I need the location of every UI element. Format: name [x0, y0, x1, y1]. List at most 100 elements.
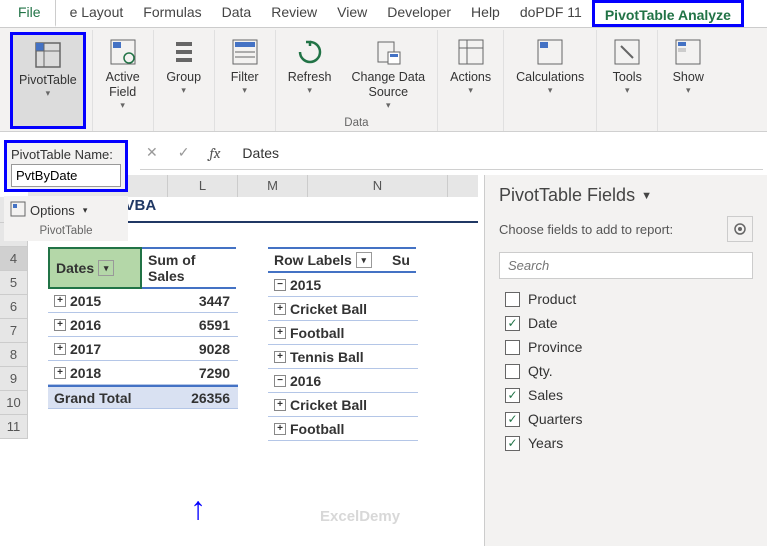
table-row[interactable]: +Football [268, 321, 418, 345]
expand-icon[interactable]: + [274, 327, 286, 339]
field-item[interactable]: Province [499, 335, 753, 359]
checkbox[interactable] [505, 364, 520, 379]
row-header[interactable]: 11 [0, 415, 28, 439]
expand-icon[interactable]: − [274, 279, 286, 291]
tab-developer[interactable]: Developer [377, 0, 461, 27]
checkbox[interactable] [505, 388, 520, 403]
row-header[interactable]: 5 [0, 271, 28, 295]
pivottable-name-input[interactable] [11, 164, 121, 187]
expand-icon[interactable]: + [274, 399, 286, 411]
tab-review[interactable]: Review [261, 0, 327, 27]
checkbox[interactable] [505, 412, 520, 427]
table-row[interactable]: +20187290 [48, 361, 238, 385]
row-header[interactable]: 4 [0, 247, 28, 271]
checkbox[interactable] [505, 436, 520, 451]
tab-data[interactable]: Data [212, 0, 262, 27]
row-header[interactable]: 10 [0, 391, 28, 415]
filter-button[interactable]: Filter ▾ [221, 32, 269, 129]
table-row[interactable]: +20179028 [48, 337, 238, 361]
field-item[interactable]: Date [499, 311, 753, 335]
table-row[interactable]: +Cricket Ball [268, 393, 418, 417]
row-header[interactable]: 9 [0, 367, 28, 391]
fields-list: Product DateProvinceQty.SalesQuarters Year… [499, 287, 753, 455]
table-row[interactable]: +Tennis Ball [268, 345, 418, 369]
col-header[interactable]: N [308, 175, 448, 197]
group-button[interactable]: Group ▾ [160, 32, 208, 129]
table-row[interactable]: +Cricket Ball [268, 297, 418, 321]
pivottable-button[interactable]: PivotTable ▾ [10, 32, 86, 129]
calculations-button[interactable]: Calculations ▾ [510, 32, 590, 129]
tab-help[interactable]: Help [461, 0, 510, 27]
active-field-button[interactable]: Active Field ▾ [99, 32, 147, 129]
pivot1-col-sum[interactable]: Sum of Sales [142, 247, 236, 289]
group-label: Group [166, 70, 201, 85]
tab-formulas[interactable]: Formulas [133, 0, 211, 27]
expand-icon[interactable]: + [54, 295, 66, 307]
field-item[interactable]: Qty. [499, 359, 753, 383]
checkbox[interactable] [505, 292, 520, 307]
tab-dopdf[interactable]: doPDF 11 [510, 0, 592, 27]
field-item[interactable]: Quarters [499, 407, 753, 431]
expand-icon[interactable]: + [54, 367, 66, 379]
row-header[interactable]: 6 [0, 295, 28, 319]
field-label: Product [528, 291, 576, 307]
field-item[interactable]: Product [499, 287, 753, 311]
pivot1-col-dates[interactable]: Dates ▾ [48, 247, 142, 289]
show-button[interactable]: Show ▾ [664, 32, 712, 129]
fx-label[interactable]: fx [203, 144, 226, 162]
filter-label: Filter [231, 70, 259, 85]
field-item[interactable]: Years [499, 431, 753, 455]
change-source-button[interactable]: Change Data Source ▾ [345, 32, 431, 115]
expand-icon[interactable]: + [54, 319, 66, 331]
dropdown-icon[interactable]: ▾ [356, 252, 372, 268]
chevron-down-icon: ▾ [120, 100, 125, 111]
chevron-down-icon: ▾ [468, 85, 473, 96]
options-button[interactable]: Options ▾ [8, 198, 124, 223]
table-row[interactable]: +20153447 [48, 289, 238, 313]
show-icon [672, 36, 704, 68]
formula-value[interactable]: Dates [234, 145, 279, 161]
pivot2-col-rowlabels[interactable]: Row Labels ▾ [268, 247, 386, 273]
check-icon[interactable]: ✓ [172, 144, 196, 161]
group-icon [168, 36, 200, 68]
table-row[interactable]: +20166591 [48, 313, 238, 337]
chevron-down-icon[interactable]: ▼ [641, 190, 652, 202]
tools-button[interactable]: Tools ▾ [603, 32, 651, 129]
pivottable-icon [32, 39, 64, 71]
field-item[interactable]: Sales [499, 383, 753, 407]
checkbox[interactable] [505, 340, 520, 355]
col-header[interactable]: L [168, 175, 238, 197]
options-label: Options [30, 203, 75, 218]
chevron-down-icon: ▾ [307, 85, 312, 96]
expand-icon[interactable]: + [54, 343, 66, 355]
cancel-icon[interactable]: ✕ [140, 144, 164, 161]
tab-layout[interactable]: e Layout [60, 0, 134, 27]
field-label: Years [528, 435, 563, 451]
calculations-label: Calculations [516, 70, 584, 85]
pivot2-col-sum[interactable]: Su [386, 247, 416, 273]
expand-icon[interactable]: + [274, 303, 286, 315]
fields-search-input[interactable] [499, 252, 753, 279]
gear-icon[interactable] [727, 216, 753, 242]
table-row[interactable]: −2016 [268, 369, 418, 393]
actions-button[interactable]: Actions ▾ [444, 32, 497, 129]
checkbox[interactable] [505, 316, 520, 331]
col-header[interactable]: M [238, 175, 308, 197]
tab-pivottable-analyze[interactable]: PivotTable Analyze [592, 0, 744, 27]
refresh-button[interactable]: Refresh ▾ [282, 32, 338, 115]
table-row[interactable]: −2015 [268, 273, 418, 297]
row-header[interactable]: 7 [0, 319, 28, 343]
tab-view[interactable]: View [327, 0, 377, 27]
tab-file[interactable]: File [8, 0, 56, 27]
expand-icon[interactable]: − [274, 375, 286, 387]
dropdown-icon[interactable]: ▾ [98, 260, 114, 276]
pivot1-grand-total[interactable]: Grand Total 26356 [48, 385, 238, 409]
expand-icon[interactable]: + [274, 423, 286, 435]
chevron-down-icon: ▾ [83, 205, 88, 216]
table-row[interactable]: +Football [268, 417, 418, 441]
expand-icon[interactable]: + [274, 351, 286, 363]
row-header[interactable]: 8 [0, 343, 28, 367]
popup-group-label: PivotTable [8, 223, 124, 239]
chevron-down-icon: ▾ [46, 88, 51, 99]
chevron-down-icon: ▾ [686, 85, 691, 96]
